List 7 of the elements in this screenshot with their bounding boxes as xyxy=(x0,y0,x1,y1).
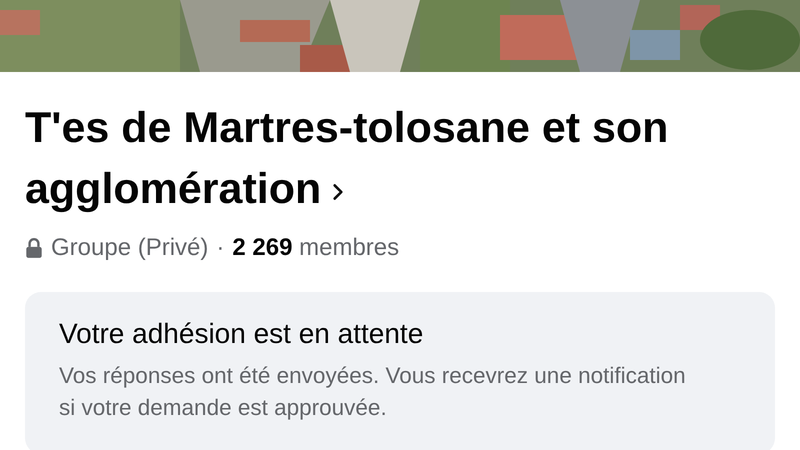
privacy-label: Groupe (Privé) xyxy=(51,234,208,262)
lock-icon xyxy=(25,237,43,259)
group-title[interactable]: T'es de Martres-tolosane et son agglomération xyxy=(25,98,765,220)
notice-message: Vos réponses ont été envoyées. Vous recevrez une notification si votre demande est approuvée. xyxy=(59,362,687,422)
member-count[interactable]: 2 269 membres xyxy=(232,234,400,262)
notice-title: Votre adhésion est en attente xyxy=(59,318,424,350)
separator-dot: · xyxy=(216,234,224,262)
